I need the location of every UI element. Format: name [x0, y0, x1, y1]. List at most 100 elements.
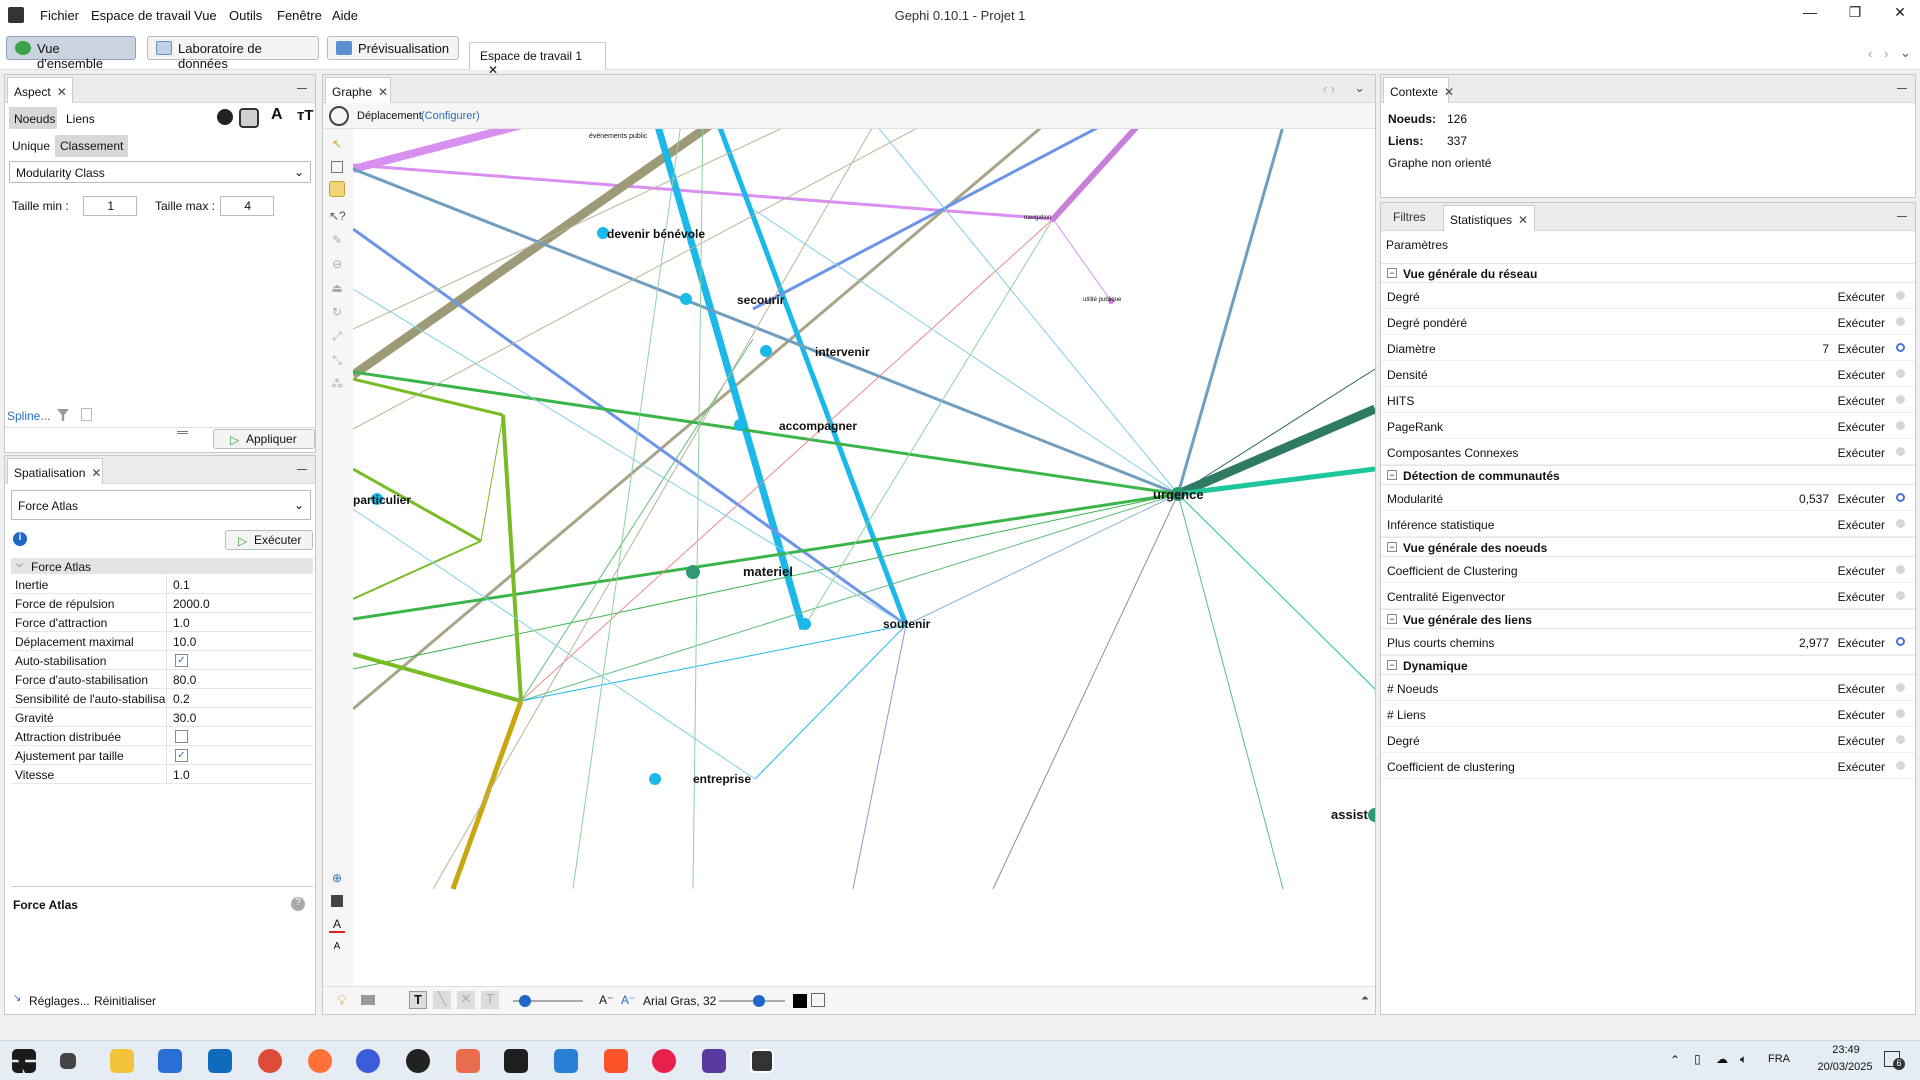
- close-icon[interactable]: ✕: [91, 466, 101, 480]
- label-color-icon[interactable]: A: [329, 917, 345, 933]
- rectangle-select-icon[interactable]: [331, 161, 343, 173]
- scroll-left-icon[interactable]: ‹ ›: [1323, 81, 1335, 96]
- layout-tab[interactable]: Spatialisation ✕: [7, 458, 103, 484]
- collapse-icon[interactable]: −: [1387, 542, 1397, 552]
- show-labels-icon[interactable]: T: [409, 991, 427, 1009]
- graph-node-label[interactable]: accompagner: [779, 419, 857, 433]
- stats-group-header[interactable]: − Vue générale du réseau: [1381, 263, 1915, 283]
- close-icon[interactable]: ✕: [57, 85, 67, 99]
- help-icon[interactable]: ?: [291, 897, 305, 911]
- file-explorer-icon[interactable]: [110, 1049, 134, 1073]
- run-statistic-button[interactable]: Exécuter: [1838, 734, 1885, 748]
- gephi-taskbar-icon[interactable]: [750, 1049, 774, 1073]
- edge-scale-slider[interactable]: [513, 995, 583, 1007]
- tray-chevron-icon[interactable]: ⌃: [1670, 1053, 1680, 1067]
- property-value[interactable]: 30.0: [169, 711, 196, 725]
- drag-handle-icon[interactable]: [177, 431, 188, 434]
- close-icon[interactable]: ✕: [378, 85, 388, 99]
- clock-time[interactable]: 23:49: [1816, 1044, 1876, 1056]
- label-color-icon[interactable]: A: [271, 106, 283, 124]
- font-decrease-icon[interactable]: A⁻: [599, 993, 613, 1007]
- minimize-panel-icon[interactable]: [1897, 81, 1907, 89]
- tab-list-icon[interactable]: ⌄: [1900, 45, 1911, 61]
- preview-button[interactable]: Prévisualisation: [327, 36, 459, 60]
- edge-icon[interactable]: ⤢: [329, 329, 345, 345]
- report-disabled-icon[interactable]: [1896, 447, 1905, 456]
- data-lab-button[interactable]: Laboratoire de données: [147, 36, 319, 71]
- filters-tab[interactable]: Filtres: [1385, 210, 1434, 224]
- layout-property-row[interactable]: Déplacement maximal 10.0: [11, 632, 313, 651]
- label-color-swatch[interactable]: [793, 994, 807, 1008]
- expand-icon[interactable]: ⏶: [1361, 993, 1369, 1004]
- property-checkbox[interactable]: [175, 730, 188, 743]
- attribute-select[interactable]: Modularity Class ⌄: [9, 161, 311, 183]
- graph-node-label[interactable]: intervenir: [815, 345, 870, 359]
- rotate-icon[interactable]: ↻: [329, 305, 345, 321]
- task-view-icon[interactable]: [60, 1053, 76, 1069]
- run-statistic-button[interactable]: Exécuter: [1838, 590, 1885, 604]
- property-checkbox[interactable]: ✓: [175, 749, 188, 762]
- layout-property-row[interactable]: Auto-stabilisation ✓: [11, 651, 313, 670]
- background-color-icon[interactable]: [331, 895, 343, 907]
- close-icon[interactable]: ✕: [1885, 4, 1915, 26]
- windows-start-icon[interactable]: [12, 1049, 36, 1073]
- size-min-spinner[interactable]: 1: [83, 196, 137, 216]
- store-icon[interactable]: [158, 1049, 182, 1073]
- layout-select[interactable]: Force Atlas ⌄: [11, 490, 311, 520]
- ranking-tab[interactable]: Classement: [55, 135, 129, 157]
- property-value[interactable]: 0.2: [169, 692, 190, 706]
- screenshot-icon[interactable]: [361, 995, 375, 1005]
- graph-node-label[interactable]: évènements public: [589, 133, 647, 140]
- report-info-icon[interactable]: [1896, 637, 1905, 646]
- run-statistic-button[interactable]: Exécuter: [1838, 708, 1885, 722]
- report-disabled-icon[interactable]: [1896, 317, 1905, 326]
- copy-icon[interactable]: [81, 408, 92, 421]
- property-value[interactable]: 80.0: [169, 673, 196, 687]
- layout-property-row[interactable]: Gravité 30.0: [11, 708, 313, 727]
- tab-nav-right-icon[interactable]: ›: [1884, 46, 1888, 61]
- statistics-tab[interactable]: Statistiques ✕: [1443, 205, 1535, 231]
- drag-icon[interactable]: [329, 181, 345, 197]
- graph-node-label[interactable]: assist: [1331, 807, 1368, 822]
- report-disabled-icon[interactable]: [1896, 519, 1905, 528]
- font-size-slider[interactable]: [719, 995, 785, 1007]
- chevron-down-icon[interactable]: ⌄: [1354, 80, 1365, 96]
- cloud-icon[interactable]: ☁︎: [1716, 1052, 1728, 1066]
- configure-link[interactable]: (Configurer): [421, 110, 480, 122]
- minimize-panel-icon[interactable]: [1897, 209, 1907, 217]
- layout-group-header[interactable]: ⌵ Force Atlas: [11, 558, 313, 574]
- property-value[interactable]: 1.0: [169, 768, 190, 782]
- app-icon[interactable]: [406, 1049, 430, 1073]
- nodes-tab[interactable]: Noeuds: [9, 107, 57, 129]
- unique-tab[interactable]: Unique: [9, 135, 53, 157]
- property-checkbox[interactable]: ✓: [175, 654, 188, 667]
- workspace-tab[interactable]: Espace de travail 1 ✕: [469, 42, 606, 77]
- graph-node-label[interactable]: devenir bénévole: [607, 227, 705, 241]
- settings-link[interactable]: Réglages...: [29, 994, 90, 1008]
- app-icon[interactable]: [456, 1049, 480, 1073]
- graph-node-label[interactable]: soutenir: [883, 617, 930, 631]
- stats-group-header[interactable]: − Détection de communautés: [1381, 465, 1915, 485]
- shortest-path-icon[interactable]: ⤡: [329, 353, 345, 369]
- stats-group-header[interactable]: − Dynamique: [1381, 655, 1915, 675]
- zoom-icon[interactable]: ⊕: [329, 871, 345, 887]
- label-size-icon[interactable]: тT: [297, 107, 314, 124]
- text-size-icon[interactable]: T: [481, 991, 499, 1009]
- report-disabled-icon[interactable]: [1896, 591, 1905, 600]
- reset-link[interactable]: Réinitialiser: [94, 994, 156, 1008]
- brush-icon[interactable]: ✎: [329, 233, 345, 249]
- color-palette-icon[interactable]: [217, 109, 233, 125]
- stats-group-header[interactable]: − Vue générale des noeuds: [1381, 537, 1915, 557]
- property-value[interactable]: 10.0: [169, 635, 196, 649]
- app-icon[interactable]: [356, 1049, 380, 1073]
- filter-icon[interactable]: [57, 409, 69, 421]
- close-icon[interactable]: ✕: [1518, 213, 1528, 227]
- run-statistic-button[interactable]: Exécuter: [1838, 290, 1885, 304]
- run-layout-button[interactable]: ▷ Exécuter: [225, 530, 313, 550]
- size-icon[interactable]: [239, 108, 259, 128]
- minimize-panel-icon[interactable]: [297, 81, 307, 89]
- report-disabled-icon[interactable]: [1896, 683, 1905, 692]
- layout-property-row[interactable]: Force d'auto-stabilisation 80.0: [11, 670, 313, 689]
- collapse-icon[interactable]: −: [1387, 470, 1397, 480]
- spline-link[interactable]: Spline...: [7, 409, 50, 423]
